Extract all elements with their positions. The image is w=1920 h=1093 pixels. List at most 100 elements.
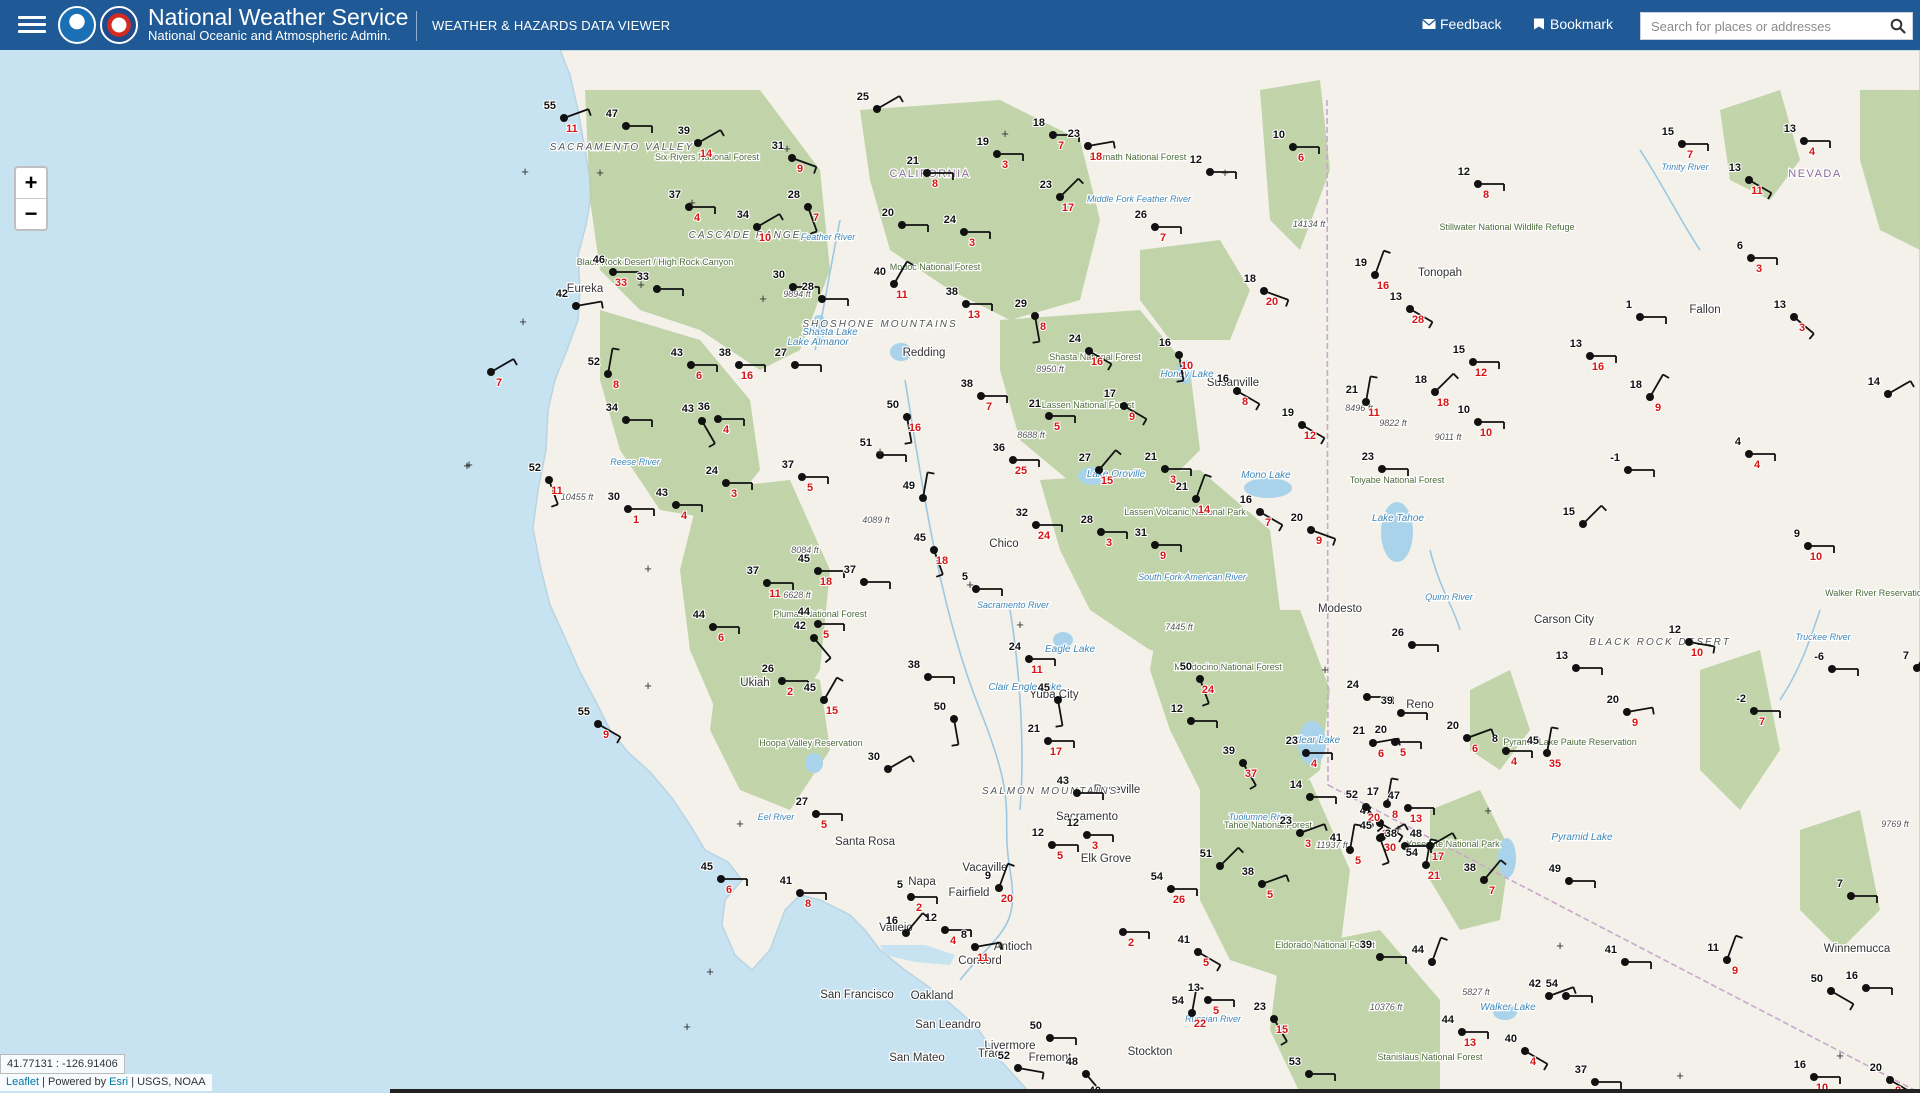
station-marker-icon: +: [683, 1019, 691, 1034]
map-label-peak: 8688 ft: [1017, 430, 1045, 440]
station-gust: 13: [1464, 1037, 1476, 1049]
station-gust: 16: [1091, 356, 1103, 368]
station-gust: 6: [718, 632, 724, 644]
station-dot: [1422, 861, 1430, 869]
wind-barb-flag: [1370, 375, 1378, 379]
station-gust: 9: [1732, 965, 1738, 977]
map-label-region: CASCADE RANGE: [689, 230, 802, 241]
station-gust: 9: [1160, 550, 1166, 562]
station-dot: [873, 105, 881, 113]
station-dot: [1258, 880, 1266, 888]
station-gust: 12: [1304, 430, 1316, 442]
station-gust: 8: [613, 379, 619, 391]
station-marker-icon: +: [521, 164, 529, 179]
station-dot: [924, 673, 932, 681]
leaflet-link[interactable]: Leaflet: [6, 1076, 39, 1088]
noaa-logo-icon[interactable]: [58, 6, 96, 44]
station-gust: 18: [1090, 151, 1102, 163]
station-dot: [1270, 1015, 1278, 1023]
station-temperature: -6: [1814, 651, 1824, 663]
station-gust: 3: [969, 237, 975, 249]
station-temperature: 38: [908, 659, 920, 671]
org-title: National Weather Service: [148, 4, 409, 30]
station-temperature: 31: [772, 140, 784, 152]
station-gust: 7: [1489, 885, 1495, 897]
station-temperature: 16: [1217, 373, 1229, 385]
station-temperature: 54: [1151, 871, 1164, 883]
station-temperature: 39: [1360, 939, 1372, 951]
station-temperature: 13: [1729, 162, 1741, 174]
station-dot: [1216, 862, 1224, 870]
wind-barb-flag: [1430, 838, 1438, 842]
station-temperature: 9: [985, 870, 991, 882]
station-temperature: 50: [887, 399, 899, 411]
map-view[interactable]: CALIFORNIANEVADAEurekaReddingSusanvilleC…: [0, 50, 1920, 1093]
station-gust: 5: [1054, 421, 1060, 433]
station-dot: [1565, 877, 1573, 885]
station-gust: 2: [1128, 937, 1134, 949]
station-dot: [1302, 749, 1310, 757]
station-dot: [814, 620, 822, 628]
station-dot: [1886, 1076, 1894, 1084]
station-temperature: 45: [1360, 820, 1372, 832]
zoom-in-button[interactable]: +: [16, 168, 46, 199]
station-dot: [709, 623, 717, 631]
station-dot: [860, 578, 868, 586]
station-dot: [1847, 892, 1855, 900]
station-temperature: 40: [1505, 1033, 1517, 1045]
app-title: WEATHER & HAZARDS DATA VIEWER: [432, 18, 671, 33]
station-temperature: 37: [1575, 1064, 1587, 1076]
station-temperature: 19: [977, 136, 989, 148]
station-dot: [919, 494, 927, 502]
station-temperature: 25: [857, 91, 869, 103]
hamburger-menu-icon[interactable]: [18, 12, 46, 38]
station-gust: 3: [1756, 263, 1762, 275]
station-gust: 5: [1203, 957, 1209, 969]
feedback-button[interactable]: Feedback: [1422, 16, 1501, 32]
station-temperature: 12: [1032, 827, 1044, 839]
station-marker-icon: +: [736, 816, 744, 831]
map-label-river: Quinn River: [1425, 592, 1474, 602]
station-temperature: 50: [1030, 1020, 1042, 1032]
esri-link[interactable]: Esri: [109, 1076, 128, 1088]
station-temperature: 20: [1447, 720, 1459, 732]
station-dot: [804, 203, 812, 211]
station-temperature: 48: [1410, 828, 1422, 840]
station-dot: [487, 368, 495, 376]
search-icon[interactable]: [1890, 18, 1906, 34]
station-temperature: 30: [773, 269, 785, 281]
station-temperature: 47: [1388, 790, 1400, 802]
station-gust: 4: [1754, 459, 1761, 471]
map-label-city: Eureka: [567, 283, 604, 295]
app-header: National Weather Service National Oceani…: [0, 0, 1920, 50]
basemap[interactable]: CALIFORNIANEVADAEurekaReddingSusanvilleC…: [0, 50, 1920, 1093]
map-label-peak: 7445 ft: [1165, 622, 1193, 632]
search-input[interactable]: [1641, 13, 1881, 39]
station-gust: 4: [1511, 756, 1518, 768]
map-label-park: Stanislaus National Forest: [1377, 1052, 1483, 1062]
station-dot: [1397, 709, 1405, 717]
station-temperature: 44: [1412, 944, 1425, 956]
map-label-city: Oakland: [911, 990, 954, 1002]
station-gust: 11: [896, 289, 908, 301]
station-gust: 5: [1355, 855, 1361, 867]
station-gust: 16: [741, 370, 753, 382]
station-temperature: 24: [1347, 679, 1360, 691]
station-dot: [1747, 254, 1755, 262]
station-dot: [1376, 953, 1384, 961]
station-temperature: 44: [798, 606, 811, 618]
map-label-peak: 9769 ft: [1881, 819, 1909, 829]
station-dot: [1194, 948, 1202, 956]
station-gust: 6: [696, 370, 702, 382]
bookmark-button[interactable]: Bookmark: [1532, 16, 1613, 32]
station-temperature: 21: [1145, 451, 1157, 463]
station-dot: [1120, 402, 1128, 410]
zoom-out-button[interactable]: −: [16, 199, 46, 229]
station-dot: [1469, 358, 1477, 366]
station-temperature: 45: [798, 553, 810, 565]
station-gust: 35: [1549, 758, 1561, 770]
station-dot: [1073, 789, 1081, 797]
station-gust: 2: [916, 902, 922, 914]
nws-logo-icon[interactable]: [100, 6, 138, 44]
station-dot: [1260, 287, 1268, 295]
